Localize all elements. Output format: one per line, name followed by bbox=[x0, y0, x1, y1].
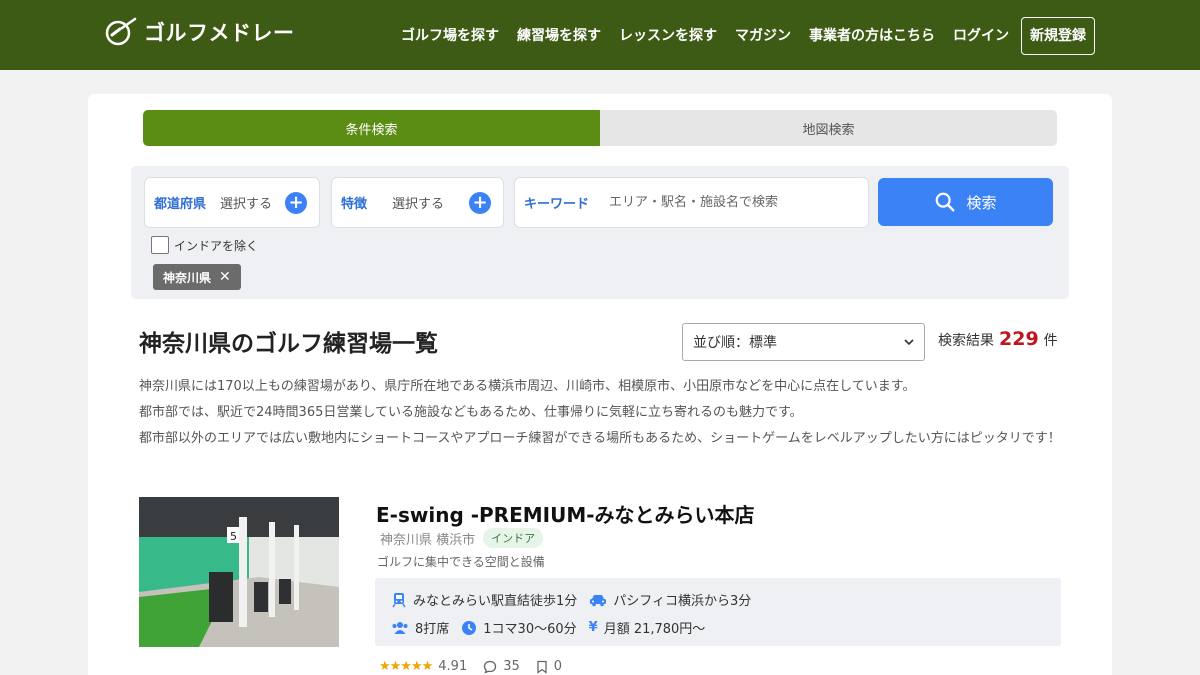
yen-icon: ¥ bbox=[588, 620, 598, 635]
seat-count-text: 8打席 bbox=[415, 622, 450, 637]
facility-location-row: 神奈川県 横浜市 インドア bbox=[380, 528, 544, 548]
sort-select-value: 並び順：標準 bbox=[693, 335, 777, 351]
facility-location: 神奈川県 横浜市 bbox=[380, 532, 476, 548]
search-tabs: 条件検索 地図検索 bbox=[143, 110, 1057, 146]
description-paragraph: 神奈川県には170以上もの練習場があり、県庁所在地である横浜市周辺、川崎市、相模… bbox=[139, 379, 916, 394]
prefecture-value: 選択する bbox=[220, 197, 273, 212]
indoor-exclude-label: インドアを除く bbox=[174, 238, 259, 253]
facility-thumbnail[interactable]: 5 bbox=[139, 497, 339, 647]
time-slot: 1コマ30〜60分 bbox=[461, 618, 577, 637]
access-row: みなとみらい駅直結徒歩1分 パシフィコ横浜から3分 bbox=[391, 590, 763, 609]
chip-label: 神奈川県 bbox=[163, 270, 212, 285]
car-access-text: パシフィコ横浜から3分 bbox=[613, 594, 752, 609]
register-button[interactable]: 新規登録 bbox=[1021, 17, 1095, 55]
result-count-unit: 件 bbox=[1043, 333, 1058, 349]
train-icon bbox=[392, 592, 406, 607]
comment-count: 35 bbox=[503, 659, 520, 674]
main-card: 条件検索 地図検索 都道府県 選択する + 特徴 選択する + キーワード 検索… bbox=[88, 94, 1112, 675]
indoor-exclude-checkbox[interactable] bbox=[151, 236, 169, 254]
facility-catchphrase: ゴルフに集中できる空間と設備 bbox=[377, 555, 545, 569]
indoor-tag: インドア bbox=[483, 528, 544, 548]
time-slot-text: 1コマ30〜60分 bbox=[483, 622, 577, 637]
nav-login[interactable]: ログイン bbox=[953, 17, 1009, 55]
comment-icon bbox=[484, 660, 497, 674]
facility-name[interactable]: E-swing -PREMIUM-みなとみらい本店 bbox=[376, 499, 755, 528]
svg-text:5: 5 bbox=[230, 530, 237, 543]
keyword-label: キーワード bbox=[524, 197, 590, 212]
nav-driving-range[interactable]: 練習場を探す bbox=[517, 17, 601, 55]
nav-magazine[interactable]: マガジン bbox=[735, 17, 791, 55]
prefecture-plus-icon[interactable]: + bbox=[285, 192, 307, 214]
prefecture-label: 都道府県 bbox=[154, 197, 207, 212]
bookmark-icon[interactable] bbox=[536, 660, 548, 674]
rating-row: ★★★★★ 4.91 35 0 bbox=[379, 659, 562, 674]
sort-select[interactable]: 並び順：標準 bbox=[682, 323, 925, 361]
description-paragraph: 都市部では、駅近で24時間365日営業している施設などもあるため、仕事帰りに気軽… bbox=[139, 405, 803, 420]
page-title: 神奈川県のゴルフ練習場一覧 bbox=[139, 331, 438, 357]
selected-prefecture-chip: 神奈川県 ✕ bbox=[153, 264, 241, 290]
nav-lesson[interactable]: レッスンを探す bbox=[619, 17, 717, 55]
chevron-down-icon bbox=[904, 339, 914, 346]
site-header: ゴルフメドレー ゴルフ場を探す 練習場を探す レッスンを探す マガジン 事業者の… bbox=[0, 0, 1200, 70]
logo-text: ゴルフメドレー bbox=[144, 21, 295, 45]
keyword-input[interactable] bbox=[609, 195, 840, 210]
nav-golf-course[interactable]: ゴルフ場を探す bbox=[401, 17, 499, 55]
site-logo[interactable]: ゴルフメドレー bbox=[104, 17, 295, 47]
search-button-label: 検索 bbox=[966, 193, 997, 212]
search-icon bbox=[936, 192, 955, 212]
result-count-label: 検索結果 bbox=[938, 333, 994, 349]
facility-photo-illustration: 5 bbox=[139, 497, 339, 647]
keyword-field[interactable]: キーワード bbox=[514, 177, 869, 228]
train-access-text: みなとみらい駅直結徒歩1分 bbox=[413, 594, 578, 609]
tab-map-search[interactable]: 地図検索 bbox=[600, 110, 1057, 146]
price: ¥ 月額 21,780円〜 bbox=[589, 618, 706, 637]
car-icon bbox=[590, 594, 607, 606]
feature-plus-icon[interactable]: + bbox=[469, 192, 491, 214]
result-count: 検索結果 229 件 bbox=[938, 328, 1058, 350]
tab-condition-search[interactable]: 条件検索 bbox=[143, 110, 600, 146]
main-nav: ゴルフ場を探す 練習場を探す レッスンを探す マガジン 事業者の方はこちら ログ… bbox=[383, 17, 1095, 55]
result-count-number: 229 bbox=[999, 328, 1039, 350]
nav-business[interactable]: 事業者の方はこちら bbox=[809, 17, 935, 55]
search-button[interactable]: 検索 bbox=[878, 178, 1053, 226]
prefecture-select[interactable]: 都道府県 選択する + bbox=[144, 177, 320, 228]
golf-logo-icon bbox=[105, 17, 137, 46]
seat-count: 8打席 bbox=[391, 618, 449, 637]
facility-card[interactable]: 5 E-swing -PREMIUM-みなとみらい本店 神奈川県 横浜市 インド… bbox=[139, 497, 1064, 675]
description-paragraph: 都市部以外のエリアでは広い敷地内にショートコースやアプローチ練習ができる場所もあ… bbox=[139, 431, 1061, 446]
facility-info-box: みなとみらい駅直結徒歩1分 パシフィコ横浜から3分 8打席 1コマ30〜60分 … bbox=[375, 578, 1061, 646]
bookmark-count: 0 bbox=[553, 659, 563, 674]
indoor-exclude-option[interactable]: インドアを除く bbox=[151, 236, 258, 254]
clock-icon bbox=[462, 620, 477, 635]
feature-value: 選択する bbox=[392, 197, 445, 212]
users-icon bbox=[392, 621, 408, 634]
chip-close-icon[interactable]: ✕ bbox=[219, 269, 231, 285]
car-access: パシフィコ横浜から3分 bbox=[589, 590, 751, 609]
feature-label: 特徴 bbox=[341, 197, 368, 212]
rating-value: 4.91 bbox=[438, 659, 468, 674]
search-panel: 都道府県 選択する + 特徴 選択する + キーワード 検索 インドアを除く 神… bbox=[131, 166, 1069, 299]
train-access: みなとみらい駅直結徒歩1分 bbox=[391, 590, 577, 609]
feature-select[interactable]: 特徴 選択する + bbox=[331, 177, 504, 228]
details-row: 8打席 1コマ30〜60分 ¥ 月額 21,780円〜 bbox=[391, 618, 717, 637]
price-text: 月額 21,780円〜 bbox=[603, 622, 706, 637]
area-description: 神奈川県には170以上もの練習場があり、県庁所在地である横浜市周辺、川崎市、相模… bbox=[139, 376, 1064, 454]
star-rating-icon: ★★★★★ bbox=[379, 659, 433, 674]
